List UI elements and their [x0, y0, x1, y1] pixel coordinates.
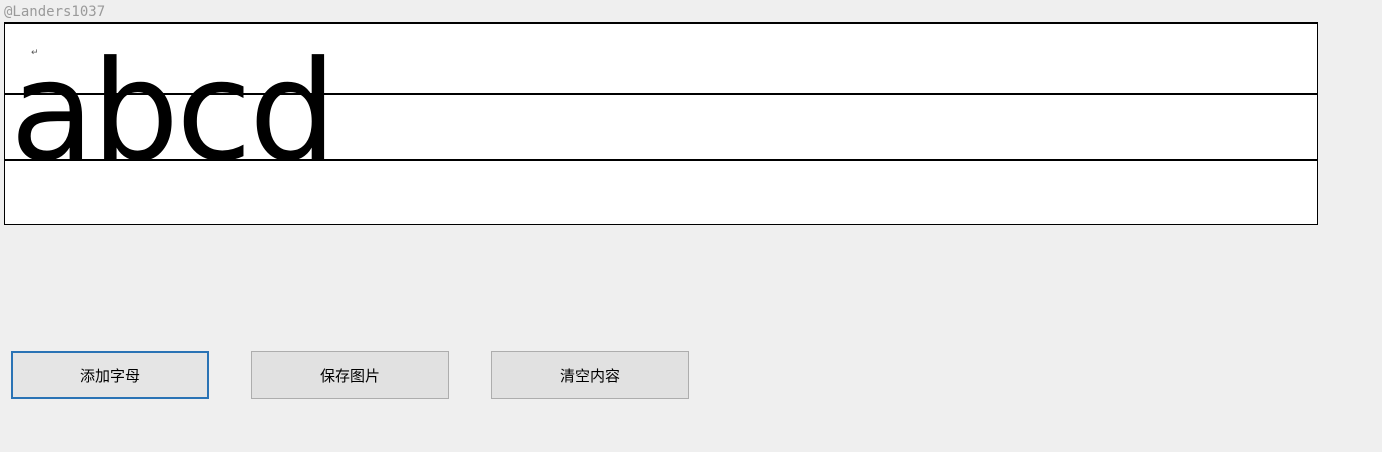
letter-canvas: ↵ abcd: [4, 22, 1318, 225]
watermark-text: @Landers1037: [4, 4, 106, 20]
save-image-button[interactable]: 保存图片: [251, 351, 449, 399]
letters-display: abcd: [10, 31, 337, 192]
add-letter-button[interactable]: 添加字母: [11, 351, 209, 399]
clear-content-button[interactable]: 清空内容: [491, 351, 689, 399]
